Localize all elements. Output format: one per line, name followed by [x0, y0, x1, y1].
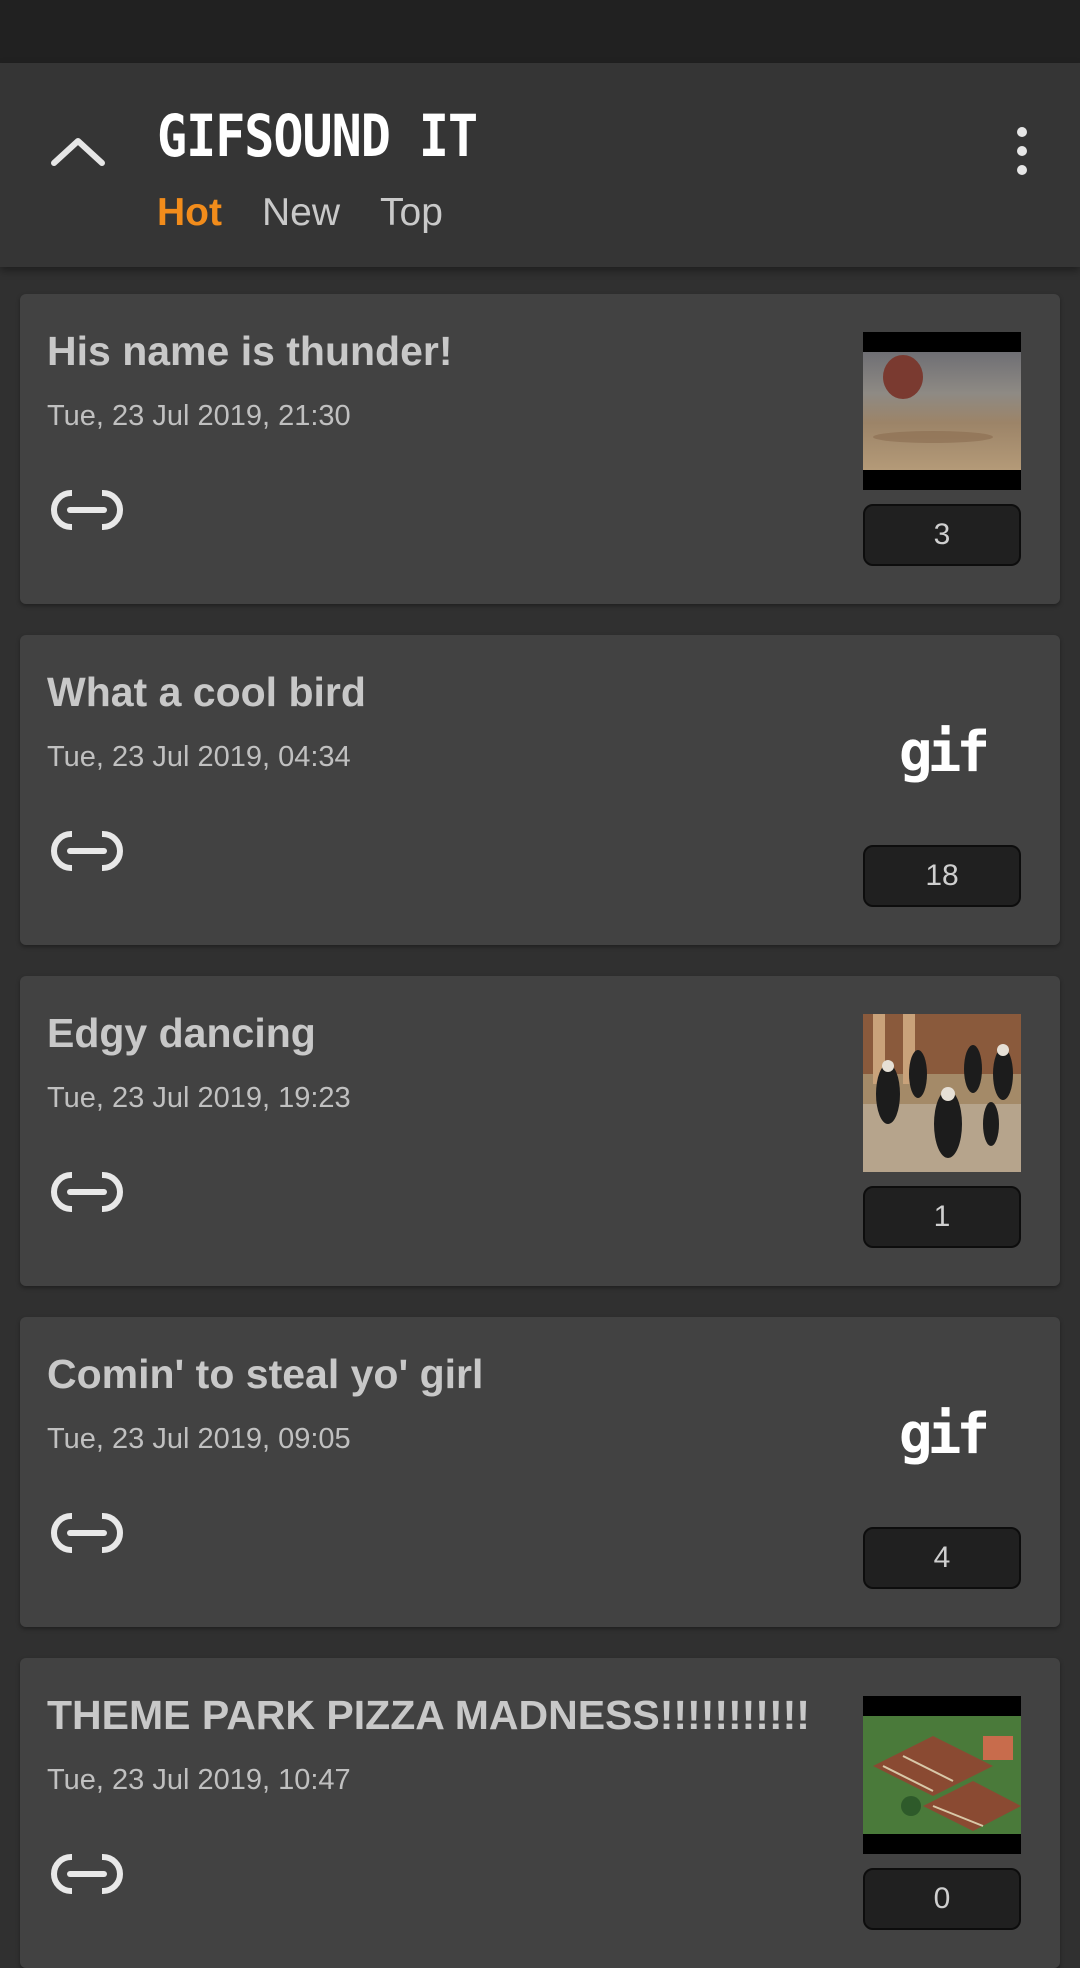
video-frame-image — [863, 1696, 1021, 1854]
post-card[interactable]: Edgy dancing Tue, 23 Jul 2019, 19:23 1 — [20, 976, 1060, 1286]
post-date: Tue, 23 Jul 2019, 09:05 — [47, 1423, 351, 1455]
post-title: Edgy dancing — [47, 1010, 316, 1056]
post-card[interactable]: His name is thunder! Tue, 23 Jul 2019, 2… — [20, 294, 1060, 604]
post-date: Tue, 23 Jul 2019, 21:30 — [47, 400, 351, 432]
score-badge: 18 — [863, 845, 1021, 907]
post-title: THEME PARK PIZZA MADNESS!!!!!!!!!!! — [47, 1692, 810, 1738]
post-card[interactable]: What a cool bird Tue, 23 Jul 2019, 04:34… — [20, 635, 1060, 945]
link-icon[interactable] — [50, 1852, 124, 1896]
sort-tabs: Hot New Top — [157, 191, 443, 235]
score-badge: 3 — [863, 504, 1021, 566]
tab-top[interactable]: Top — [380, 191, 443, 235]
collapse-button[interactable] — [42, 115, 114, 187]
tab-new[interactable]: New — [262, 191, 340, 235]
post-card[interactable]: Comin' to steal yo' girl Tue, 23 Jul 201… — [20, 1317, 1060, 1627]
gif-placeholder-thumbnail[interactable]: gif — [863, 673, 1021, 831]
chevron-up-icon — [51, 138, 105, 166]
link-icon[interactable] — [50, 1170, 124, 1214]
post-date: Tue, 23 Jul 2019, 04:34 — [47, 741, 351, 773]
link-icon[interactable] — [50, 488, 124, 532]
post-date: Tue, 23 Jul 2019, 10:47 — [47, 1764, 351, 1796]
gif-logo-icon: gif — [898, 719, 990, 785]
tab-hot[interactable]: Hot — [157, 191, 222, 235]
more-vert-icon-dot — [1017, 146, 1027, 156]
gif-placeholder-thumbnail[interactable]: gif — [863, 1355, 1021, 1513]
video-frame-image — [863, 332, 1021, 490]
post-thumbnail[interactable] — [863, 332, 1021, 490]
post-title: His name is thunder! — [47, 328, 453, 374]
score-badge: 0 — [863, 1868, 1021, 1930]
video-frame-image — [863, 1014, 1021, 1172]
post-thumbnail[interactable] — [863, 1696, 1021, 1854]
score-badge: 1 — [863, 1186, 1021, 1248]
link-icon[interactable] — [50, 1511, 124, 1555]
post-title: What a cool bird — [47, 669, 366, 715]
more-vert-icon-dot — [1017, 165, 1027, 175]
app-logo: GIFSOUND IT — [157, 103, 478, 170]
overflow-menu-button[interactable] — [1000, 111, 1044, 191]
score-badge: 4 — [863, 1527, 1021, 1589]
more-vert-icon — [1017, 127, 1027, 137]
post-card[interactable]: THEME PARK PIZZA MADNESS!!!!!!!!!!! Tue,… — [20, 1658, 1060, 1968]
post-date: Tue, 23 Jul 2019, 19:23 — [47, 1082, 351, 1114]
post-title: Comin' to steal yo' girl — [47, 1351, 484, 1397]
gif-logo-icon: gif — [898, 1401, 990, 1467]
link-icon[interactable] — [50, 829, 124, 873]
app-bar: GIFSOUND IT Hot New Top — [0, 63, 1080, 267]
status-bar — [0, 0, 1080, 63]
post-thumbnail[interactable] — [863, 1014, 1021, 1172]
